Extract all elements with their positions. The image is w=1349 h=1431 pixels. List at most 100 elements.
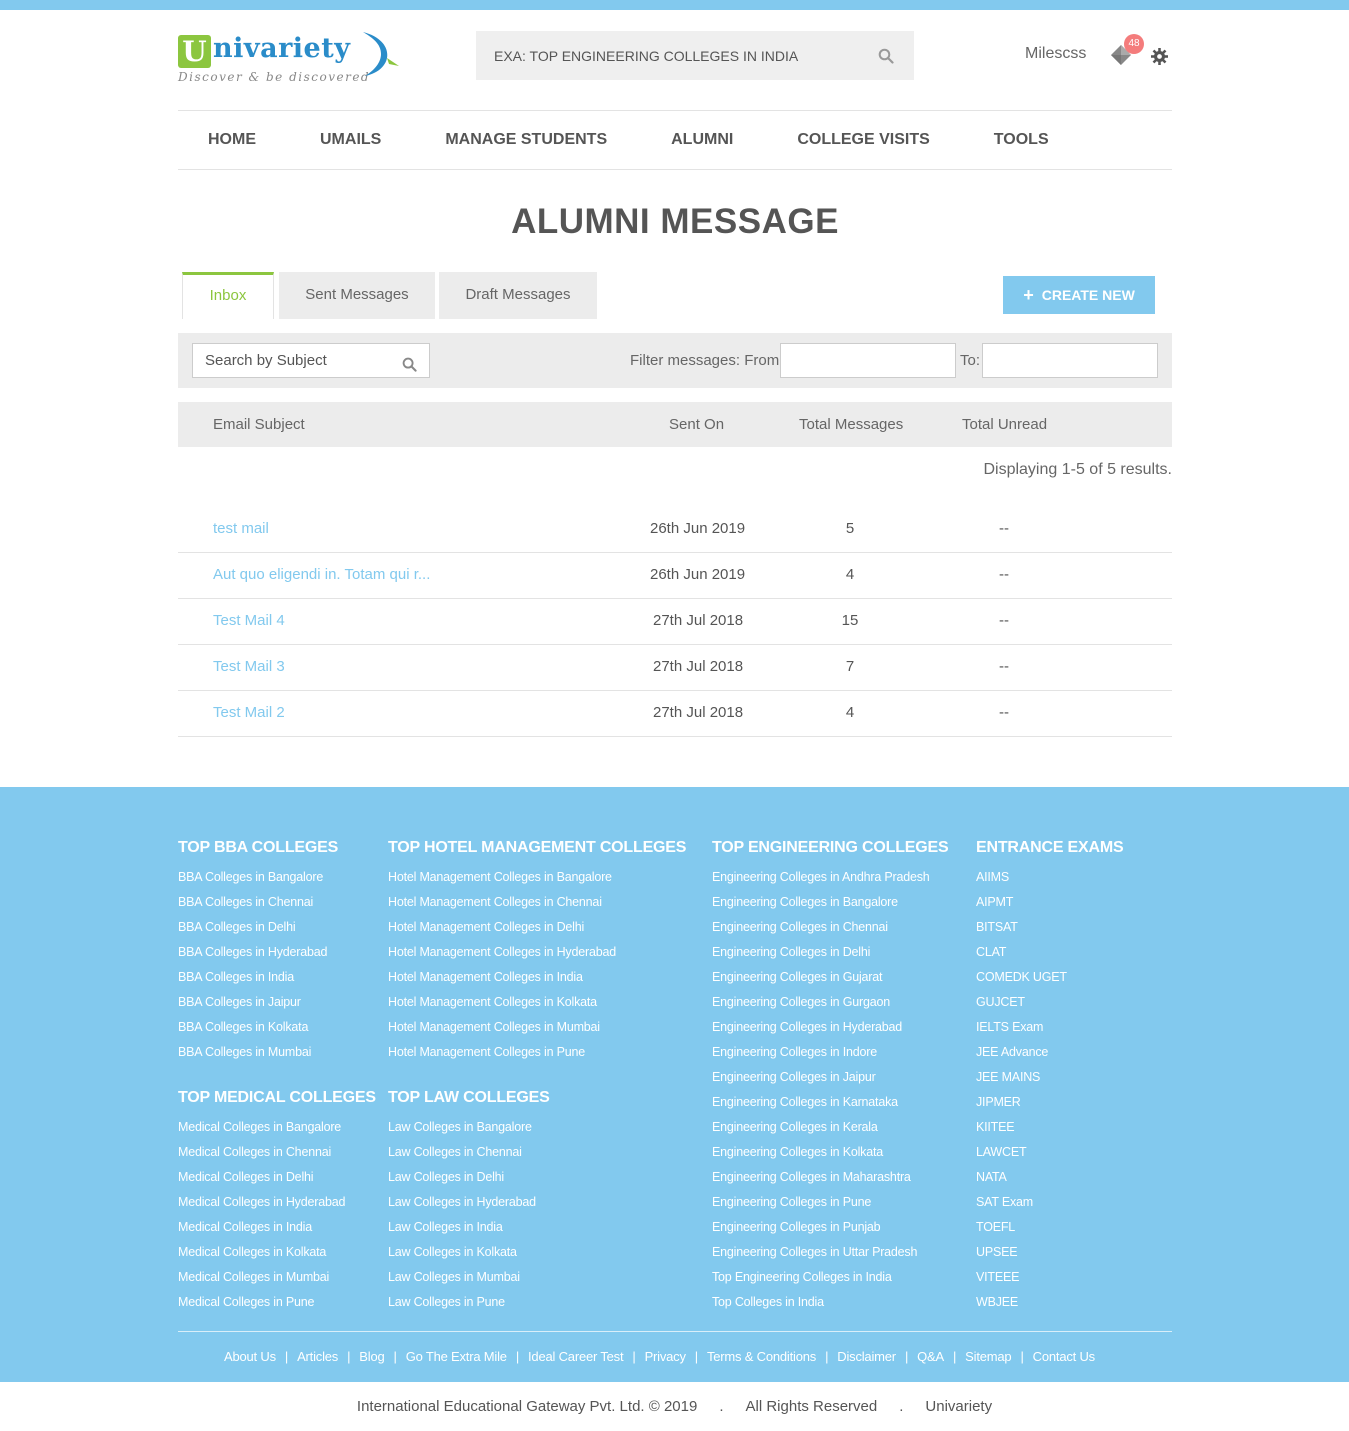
footer-link[interactable]: LAWCET: [976, 1145, 1123, 1170]
footer-link[interactable]: JEE Advance: [976, 1045, 1123, 1070]
footer-link[interactable]: Engineering Colleges in Indore: [712, 1045, 948, 1070]
row-subject-link[interactable]: Aut quo eligendi in. Totam qui r...: [213, 566, 430, 583]
nav-tools[interactable]: TOOLS: [994, 131, 1049, 149]
footer-link[interactable]: BBA Colleges in India: [178, 970, 338, 995]
footer-link[interactable]: Engineering Colleges in Chennai: [712, 920, 948, 945]
footer-link[interactable]: BBA Colleges in Hyderabad: [178, 945, 338, 970]
footer-link[interactable]: BBA Colleges in Delhi: [178, 920, 338, 945]
global-search-input[interactable]: [476, 31, 914, 80]
footer-link[interactable]: BBA Colleges in Jaipur: [178, 995, 338, 1020]
footer-link[interactable]: JIPMER: [976, 1095, 1123, 1120]
footer-link[interactable]: Law Colleges in Delhi: [388, 1170, 550, 1195]
footer-bottom-link[interactable]: Contact Us: [1033, 1349, 1096, 1364]
footer-link[interactable]: Engineering Colleges in Gurgaon: [712, 995, 948, 1020]
footer-link[interactable]: Medical Colleges in Delhi: [178, 1170, 376, 1195]
footer-bottom-link[interactable]: Q&A: [917, 1349, 944, 1364]
footer-link[interactable]: AIPMT: [976, 895, 1123, 920]
footer-link[interactable]: Engineering Colleges in Kolkata: [712, 1145, 948, 1170]
filter-to-date-input[interactable]: [982, 343, 1158, 378]
tab-sent-messages[interactable]: Sent Messages: [279, 272, 435, 319]
footer-link[interactable]: Medical Colleges in Bangalore: [178, 1120, 376, 1145]
footer-bottom-link[interactable]: Articles: [297, 1349, 338, 1364]
univariety-logo[interactable]: U nivariety Discover & be discovered: [178, 30, 408, 90]
footer-link[interactable]: WBJEE: [976, 1295, 1123, 1320]
footer-link[interactable]: Engineering Colleges in Uttar Pradesh: [712, 1245, 948, 1270]
footer-bottom-link[interactable]: Sitemap: [965, 1349, 1011, 1364]
footer-link[interactable]: UPSEE: [976, 1245, 1123, 1270]
footer-link[interactable]: BBA Colleges in Kolkata: [178, 1020, 338, 1045]
footer-link[interactable]: IELTS Exam: [976, 1020, 1123, 1045]
nav-alumni[interactable]: ALUMNI: [671, 131, 733, 149]
create-new-button[interactable]: + CREATE NEW: [1003, 276, 1155, 314]
footer-link[interactable]: Engineering Colleges in Delhi: [712, 945, 948, 970]
footer-link[interactable]: BBA Colleges in Chennai: [178, 895, 338, 920]
tab-inbox[interactable]: Inbox: [182, 272, 274, 319]
footer-link[interactable]: Top Engineering Colleges in India: [712, 1270, 948, 1295]
footer-link[interactable]: Engineering Colleges in Karnataka: [712, 1095, 948, 1120]
footer-bottom-link[interactable]: Disclaimer: [837, 1349, 896, 1364]
footer-link[interactable]: Law Colleges in Bangalore: [388, 1120, 550, 1145]
footer-link[interactable]: Law Colleges in India: [388, 1220, 550, 1245]
filter-from-date-input[interactable]: [780, 343, 956, 378]
footer-link[interactable]: JEE MAINS: [976, 1070, 1123, 1095]
footer-link[interactable]: Hotel Management Colleges in Chennai: [388, 895, 686, 920]
footer-link[interactable]: Engineering Colleges in Maharashtra: [712, 1170, 948, 1195]
search-icon[interactable]: [878, 48, 894, 64]
footer-link[interactable]: Hotel Management Colleges in Mumbai: [388, 1020, 686, 1045]
footer-bottom-link[interactable]: Terms & Conditions: [707, 1349, 816, 1364]
row-subject-link[interactable]: test mail: [213, 520, 269, 537]
footer-link[interactable]: GUJCET: [976, 995, 1123, 1020]
footer-link[interactable]: Law Colleges in Kolkata: [388, 1245, 550, 1270]
footer-link[interactable]: KIITEE: [976, 1120, 1123, 1145]
footer-link[interactable]: SAT Exam: [976, 1195, 1123, 1220]
footer-link[interactable]: Medical Colleges in Kolkata: [178, 1245, 376, 1270]
footer-link[interactable]: NATA: [976, 1170, 1123, 1195]
footer-link[interactable]: Engineering Colleges in Kerala: [712, 1120, 948, 1145]
footer-link[interactable]: Law Colleges in Hyderabad: [388, 1195, 550, 1220]
footer-link[interactable]: CLAT: [976, 945, 1123, 970]
footer-link[interactable]: VITEEE: [976, 1270, 1123, 1295]
footer-link[interactable]: Hotel Management Colleges in Bangalore: [388, 870, 686, 895]
footer-link[interactable]: Medical Colleges in Pune: [178, 1295, 376, 1320]
subject-search-input[interactable]: [193, 344, 429, 377]
footer-link[interactable]: Engineering Colleges in Gujarat: [712, 970, 948, 995]
footer-link[interactable]: BITSAT: [976, 920, 1123, 945]
gear-icon[interactable]: [1151, 48, 1168, 65]
footer-link[interactable]: Law Colleges in Mumbai: [388, 1270, 550, 1295]
footer-link[interactable]: Law Colleges in Pune: [388, 1295, 550, 1320]
user-name[interactable]: Milescss: [1025, 45, 1086, 63]
footer-link[interactable]: Medical Colleges in Mumbai: [178, 1270, 376, 1295]
footer-link[interactable]: Hotel Management Colleges in Hyderabad: [388, 945, 686, 970]
footer-link[interactable]: COMEDK UGET: [976, 970, 1123, 995]
footer-link[interactable]: Engineering Colleges in Jaipur: [712, 1070, 948, 1095]
footer-link[interactable]: AIIMS: [976, 870, 1123, 895]
footer-link[interactable]: Medical Colleges in Hyderabad: [178, 1195, 376, 1220]
footer-link[interactable]: Law Colleges in Chennai: [388, 1145, 550, 1170]
row-subject-link[interactable]: Test Mail 2: [213, 704, 285, 721]
footer-link[interactable]: Hotel Management Colleges in Pune: [388, 1045, 686, 1070]
nav-home[interactable]: HOME: [208, 131, 256, 149]
footer-bottom-link[interactable]: About Us: [224, 1349, 276, 1364]
footer-link[interactable]: Hotel Management Colleges in Kolkata: [388, 995, 686, 1020]
footer-link[interactable]: TOEFL: [976, 1220, 1123, 1245]
row-subject-link[interactable]: Test Mail 4: [213, 612, 285, 629]
search-icon[interactable]: [402, 357, 417, 372]
footer-link[interactable]: BBA Colleges in Bangalore: [178, 870, 338, 895]
footer-bottom-link[interactable]: Privacy: [645, 1349, 686, 1364]
footer-bottom-link[interactable]: Ideal Career Test: [528, 1349, 624, 1364]
nav-umails[interactable]: UMAILS: [320, 131, 381, 149]
footer-link[interactable]: Top Colleges in India: [712, 1295, 948, 1320]
footer-bottom-link[interactable]: Blog: [359, 1349, 384, 1364]
footer-link[interactable]: Engineering Colleges in Bangalore: [712, 895, 948, 920]
footer-link[interactable]: Hotel Management Colleges in India: [388, 970, 686, 995]
footer-bottom-link[interactable]: Go The Extra Mile: [406, 1349, 507, 1364]
nav-college-visits[interactable]: COLLEGE VISITS: [797, 131, 929, 149]
tab-draft-messages[interactable]: Draft Messages: [439, 272, 597, 319]
footer-link[interactable]: Medical Colleges in India: [178, 1220, 376, 1245]
footer-link[interactable]: Engineering Colleges in Andhra Pradesh: [712, 870, 948, 895]
nav-manage-students[interactable]: MANAGE STUDENTS: [445, 131, 607, 149]
footer-link[interactable]: Medical Colleges in Chennai: [178, 1145, 376, 1170]
row-subject-link[interactable]: Test Mail 3: [213, 658, 285, 675]
footer-link[interactable]: BBA Colleges in Mumbai: [178, 1045, 338, 1070]
footer-link[interactable]: Engineering Colleges in Punjab: [712, 1220, 948, 1245]
